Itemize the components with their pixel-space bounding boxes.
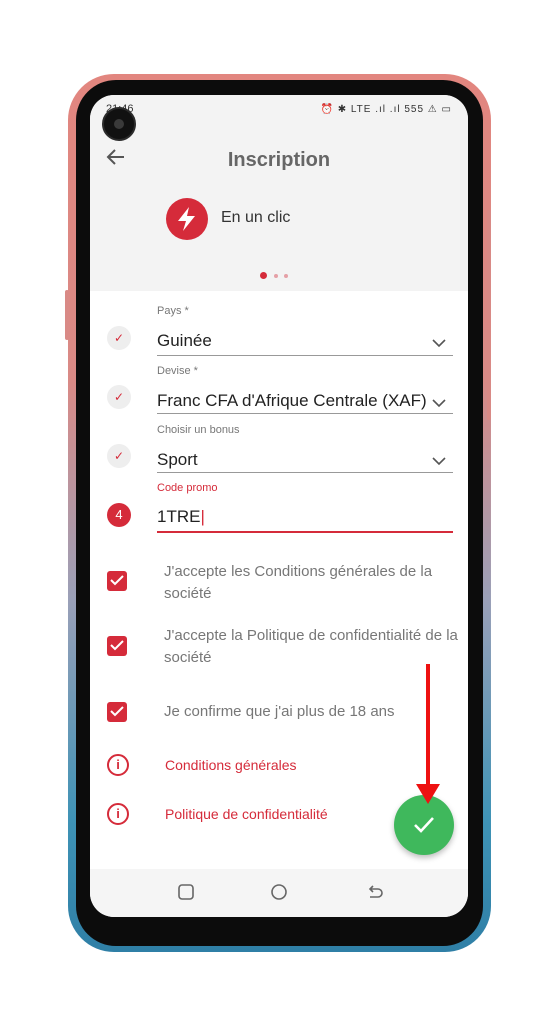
one-click-label[interactable]: En un clic <box>221 209 290 227</box>
promo-value: 1TRE <box>157 507 201 526</box>
text-cursor: | <box>200 507 205 526</box>
home-icon[interactable] <box>270 883 288 906</box>
camera-punch-hole <box>102 107 136 141</box>
bonus-label: Choisir un bonus <box>157 424 240 436</box>
lightning-bolt-icon[interactable] <box>166 198 208 240</box>
info-icon[interactable]: i <box>107 803 129 825</box>
chevron-down-icon[interactable] <box>432 335 446 353</box>
phone-side-button <box>65 290 69 340</box>
age-checkbox[interactable] <box>107 702 127 722</box>
step-badge: 4 <box>107 503 131 527</box>
check-icon: ✓ <box>107 326 131 350</box>
country-underline <box>157 355 453 356</box>
currency-select[interactable]: Franc CFA d'Afrique Centrale (XAF) <box>157 391 429 411</box>
page-indicator <box>260 265 294 283</box>
terms-checkbox-label[interactable]: J'accepte les Conditions générales de la… <box>164 561 460 605</box>
phone-side-button <box>487 210 491 320</box>
header: 21:46 ⏰ ✱ LTE .ıl .ıl 555 ⚠ ▭ Inscriptio… <box>90 95 468 291</box>
age-checkbox-label[interactable]: Je confirme que j'ai plus de 18 ans <box>164 701 460 723</box>
recent-apps-icon[interactable] <box>177 883 195 906</box>
country-label: Pays * <box>157 305 189 317</box>
chevron-down-icon[interactable] <box>432 395 446 413</box>
privacy-checkbox-label[interactable]: J'accepte la Politique de confidentialit… <box>164 625 460 669</box>
status-bar: 21:46 ⏰ ✱ LTE .ıl .ıl 555 ⚠ ▭ <box>90 95 468 125</box>
phone-screen: 21:46 ⏰ ✱ LTE .ıl .ıl 555 ⚠ ▭ Inscriptio… <box>90 95 468 917</box>
bonus-underline <box>157 472 453 473</box>
info-icon[interactable]: i <box>107 754 129 776</box>
system-navigation-bar <box>90 869 468 917</box>
confirm-button[interactable] <box>394 795 454 855</box>
page-dot-active <box>260 272 267 279</box>
page-dot <box>284 274 288 278</box>
currency-underline <box>157 413 453 414</box>
promo-input[interactable]: 1TRE| <box>157 507 447 527</box>
privacy-checkbox[interactable] <box>107 636 127 656</box>
promo-label: Code promo <box>157 482 218 494</box>
page-title: Inscription <box>227 149 331 171</box>
chevron-down-icon[interactable] <box>432 453 446 471</box>
status-icons: ⏰ ✱ LTE .ıl .ıl 555 ⚠ ▭ <box>320 104 452 115</box>
phone-side-button <box>487 370 491 420</box>
promo-underline <box>157 531 453 533</box>
back-nav-icon[interactable] <box>366 883 384 906</box>
registration-form: Pays * ✓ Guinée Devise * ✓ Franc CFA d'A… <box>90 291 468 869</box>
bonus-select[interactable]: Sport <box>157 450 427 470</box>
privacy-link[interactable]: Politique de confidentialité <box>165 806 328 822</box>
annotation-arrow-shaft <box>426 664 430 790</box>
annotation-arrow-head <box>416 784 440 804</box>
terms-link[interactable]: Conditions générales <box>165 757 297 773</box>
currency-label: Devise * <box>157 365 198 377</box>
check-icon: ✓ <box>107 444 131 468</box>
terms-checkbox[interactable] <box>107 571 127 591</box>
page-dot <box>274 274 278 278</box>
check-icon: ✓ <box>107 385 131 409</box>
country-select[interactable]: Guinée <box>157 331 427 351</box>
